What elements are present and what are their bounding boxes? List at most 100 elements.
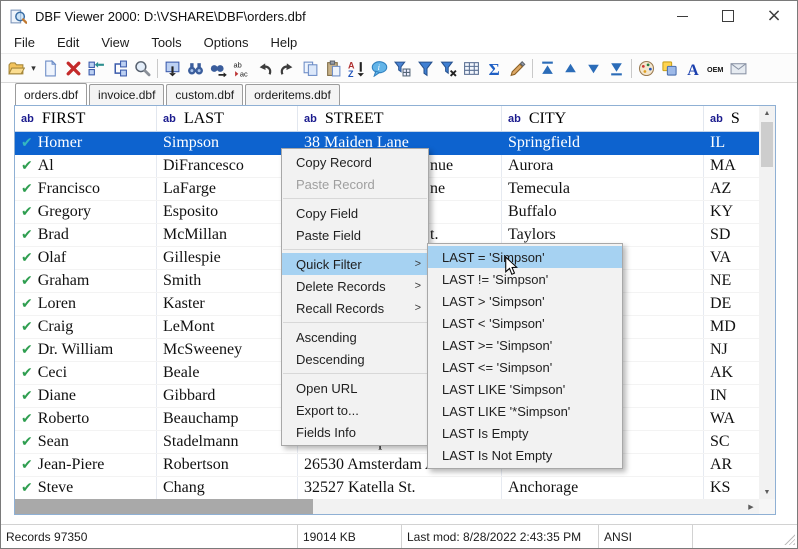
menu-item-last-simpson[interactable]: LAST <= 'Simpson' [428, 356, 622, 378]
menu-item-copy-record[interactable]: Copy Record [282, 151, 428, 173]
cell-state[interactable]: SC [704, 431, 760, 453]
new-file-icon[interactable] [39, 57, 62, 80]
cell-last[interactable]: Simpson [157, 132, 298, 154]
goto-record-icon[interactable] [85, 57, 108, 80]
cell-first[interactable]: ✔ Al [15, 155, 157, 177]
cell-first[interactable]: ✔ Graham [15, 270, 157, 292]
cell-state[interactable]: IL [704, 132, 760, 154]
menu-item-export-to[interactable]: Export to... [282, 399, 428, 421]
menu-item-last-is-empty[interactable]: LAST Is Empty [428, 422, 622, 444]
cell-city[interactable]: Springfield [502, 132, 704, 154]
menu-item-delete-records[interactable]: Delete Records > [282, 275, 428, 297]
set-filter-icon[interactable] [414, 57, 437, 80]
cell-state[interactable]: AK [704, 362, 760, 384]
filter-builder-icon[interactable] [391, 57, 414, 80]
cell-city[interactable]: Anchorage [502, 477, 704, 499]
cell-first[interactable]: ✔ Francisco [15, 178, 157, 200]
horizontal-scroll-thumb[interactable] [15, 499, 313, 514]
cell-last[interactable]: Beale [157, 362, 298, 384]
maximize-button[interactable] [705, 1, 751, 31]
cell-first[interactable]: ✔ Diane [15, 385, 157, 407]
cell-first[interactable]: ✔ Steve [15, 477, 157, 499]
oem-charset-icon[interactable]: OEM [704, 57, 727, 80]
close-button[interactable]: × [751, 1, 797, 31]
comment-icon[interactable]: i [368, 57, 391, 80]
open-dropdown-icon[interactable]: ▾ [28, 57, 39, 80]
menu-item-open-url[interactable]: Open URL [282, 377, 428, 399]
scroll-down-icon[interactable]: ▼ [759, 485, 775, 499]
menu-item-last-simpson[interactable]: LAST != 'Simpson' [428, 268, 622, 290]
color-palette-icon[interactable] [635, 57, 658, 80]
cell-first[interactable]: ✔ Loren [15, 293, 157, 315]
cell-state[interactable]: WA [704, 408, 760, 430]
prior-record-icon[interactable] [559, 57, 582, 80]
cell-last[interactable]: DiFrancesco [157, 155, 298, 177]
copy-icon[interactable] [299, 57, 322, 80]
cell-last[interactable]: Gillespie [157, 247, 298, 269]
menu-item-last-simpson[interactable]: LAST < 'Simpson' [428, 312, 622, 334]
column-header-first[interactable]: ab FIRST [15, 106, 157, 131]
cell-city[interactable]: Temecula [502, 178, 704, 200]
menu-item-paste-field[interactable]: Paste Field [282, 224, 428, 246]
cell-last[interactable]: Robertson [157, 454, 298, 476]
cell-first[interactable]: ✔ Roberto [15, 408, 157, 430]
table-row[interactable]: ✔ Steve Chang 32527 Katella St. Anchorage KS [15, 477, 775, 500]
export-save-icon[interactable] [161, 57, 184, 80]
cell-first[interactable]: ✔ Dr. William [15, 339, 157, 361]
cell-last[interactable]: Gibbard [157, 385, 298, 407]
cell-state[interactable]: KS [704, 477, 760, 499]
menu-item-paste-record[interactable]: Paste Record [282, 173, 428, 195]
vertical-scroll-thumb[interactable] [761, 122, 773, 167]
cell-first[interactable]: ✔ Jean-Piere [15, 454, 157, 476]
cell-last[interactable]: Stadelmann [157, 431, 298, 453]
sort-az-icon[interactable]: AZ [345, 57, 368, 80]
cell-last[interactable]: Kaster [157, 293, 298, 315]
paste-icon[interactable] [322, 57, 345, 80]
next-record-icon[interactable] [582, 57, 605, 80]
cell-first[interactable]: ✔ Craig [15, 316, 157, 338]
sum-icon[interactable]: Σ [483, 57, 506, 80]
undo-icon[interactable] [253, 57, 276, 80]
replace-icon[interactable]: ab ac [230, 57, 253, 80]
tab-invoice-dbf[interactable]: invoice.dbf [89, 84, 165, 105]
last-record-icon[interactable] [605, 57, 628, 80]
clear-filter-icon[interactable] [437, 57, 460, 80]
cell-state[interactable]: DE [704, 293, 760, 315]
menu-item-last-simpson[interactable]: LAST >= 'Simpson' [428, 334, 622, 356]
cell-last[interactable]: McSweeney [157, 339, 298, 361]
cell-first[interactable]: ✔ Gregory [15, 201, 157, 223]
horizontal-scrollbar[interactable]: ▶ [15, 499, 759, 514]
zoom-icon[interactable] [131, 57, 154, 80]
tab-orders-dbf[interactable]: orders.dbf [15, 83, 88, 105]
vertical-scrollbar[interactable]: ▲ ▼ [759, 106, 775, 499]
cell-first[interactable]: ✔ Ceci [15, 362, 157, 384]
send-mail-icon[interactable] [727, 57, 750, 80]
tab-orderitems-dbf[interactable]: orderitems.dbf [245, 84, 340, 105]
find-next-icon[interactable] [207, 57, 230, 80]
cell-state[interactable]: MA [704, 155, 760, 177]
menu-item-quick-filter[interactable]: Quick Filter > [282, 253, 428, 275]
cell-last[interactable]: McMillan [157, 224, 298, 246]
column-header-city[interactable]: ab CITY [502, 106, 704, 131]
grid-view-icon[interactable] [460, 57, 483, 80]
open-file-icon[interactable] [5, 57, 28, 80]
cell-state[interactable]: AZ [704, 178, 760, 200]
appearance-icon[interactable] [658, 57, 681, 80]
menu-item-descending[interactable]: Descending [282, 348, 428, 370]
cell-last[interactable]: Smith [157, 270, 298, 292]
font-icon[interactable]: A [681, 57, 704, 80]
redo-icon[interactable] [276, 57, 299, 80]
delete-record-icon[interactable] [62, 57, 85, 80]
cell-last[interactable]: LeMont [157, 316, 298, 338]
cell-state[interactable]: VA [704, 247, 760, 269]
scroll-right-icon[interactable]: ▶ [743, 499, 759, 514]
minimize-button[interactable] [659, 1, 705, 31]
menu-item-recall-records[interactable]: Recall Records > [282, 297, 428, 319]
cell-state[interactable]: MD [704, 316, 760, 338]
cell-last[interactable]: Beauchamp [157, 408, 298, 430]
first-record-icon[interactable] [536, 57, 559, 80]
cell-state[interactable]: SD [704, 224, 760, 246]
cell-last[interactable]: Esposito [157, 201, 298, 223]
menu-item-last-like-simpson[interactable]: LAST LIKE '*Simpson' [428, 400, 622, 422]
menu-tools[interactable]: Tools [140, 33, 192, 52]
